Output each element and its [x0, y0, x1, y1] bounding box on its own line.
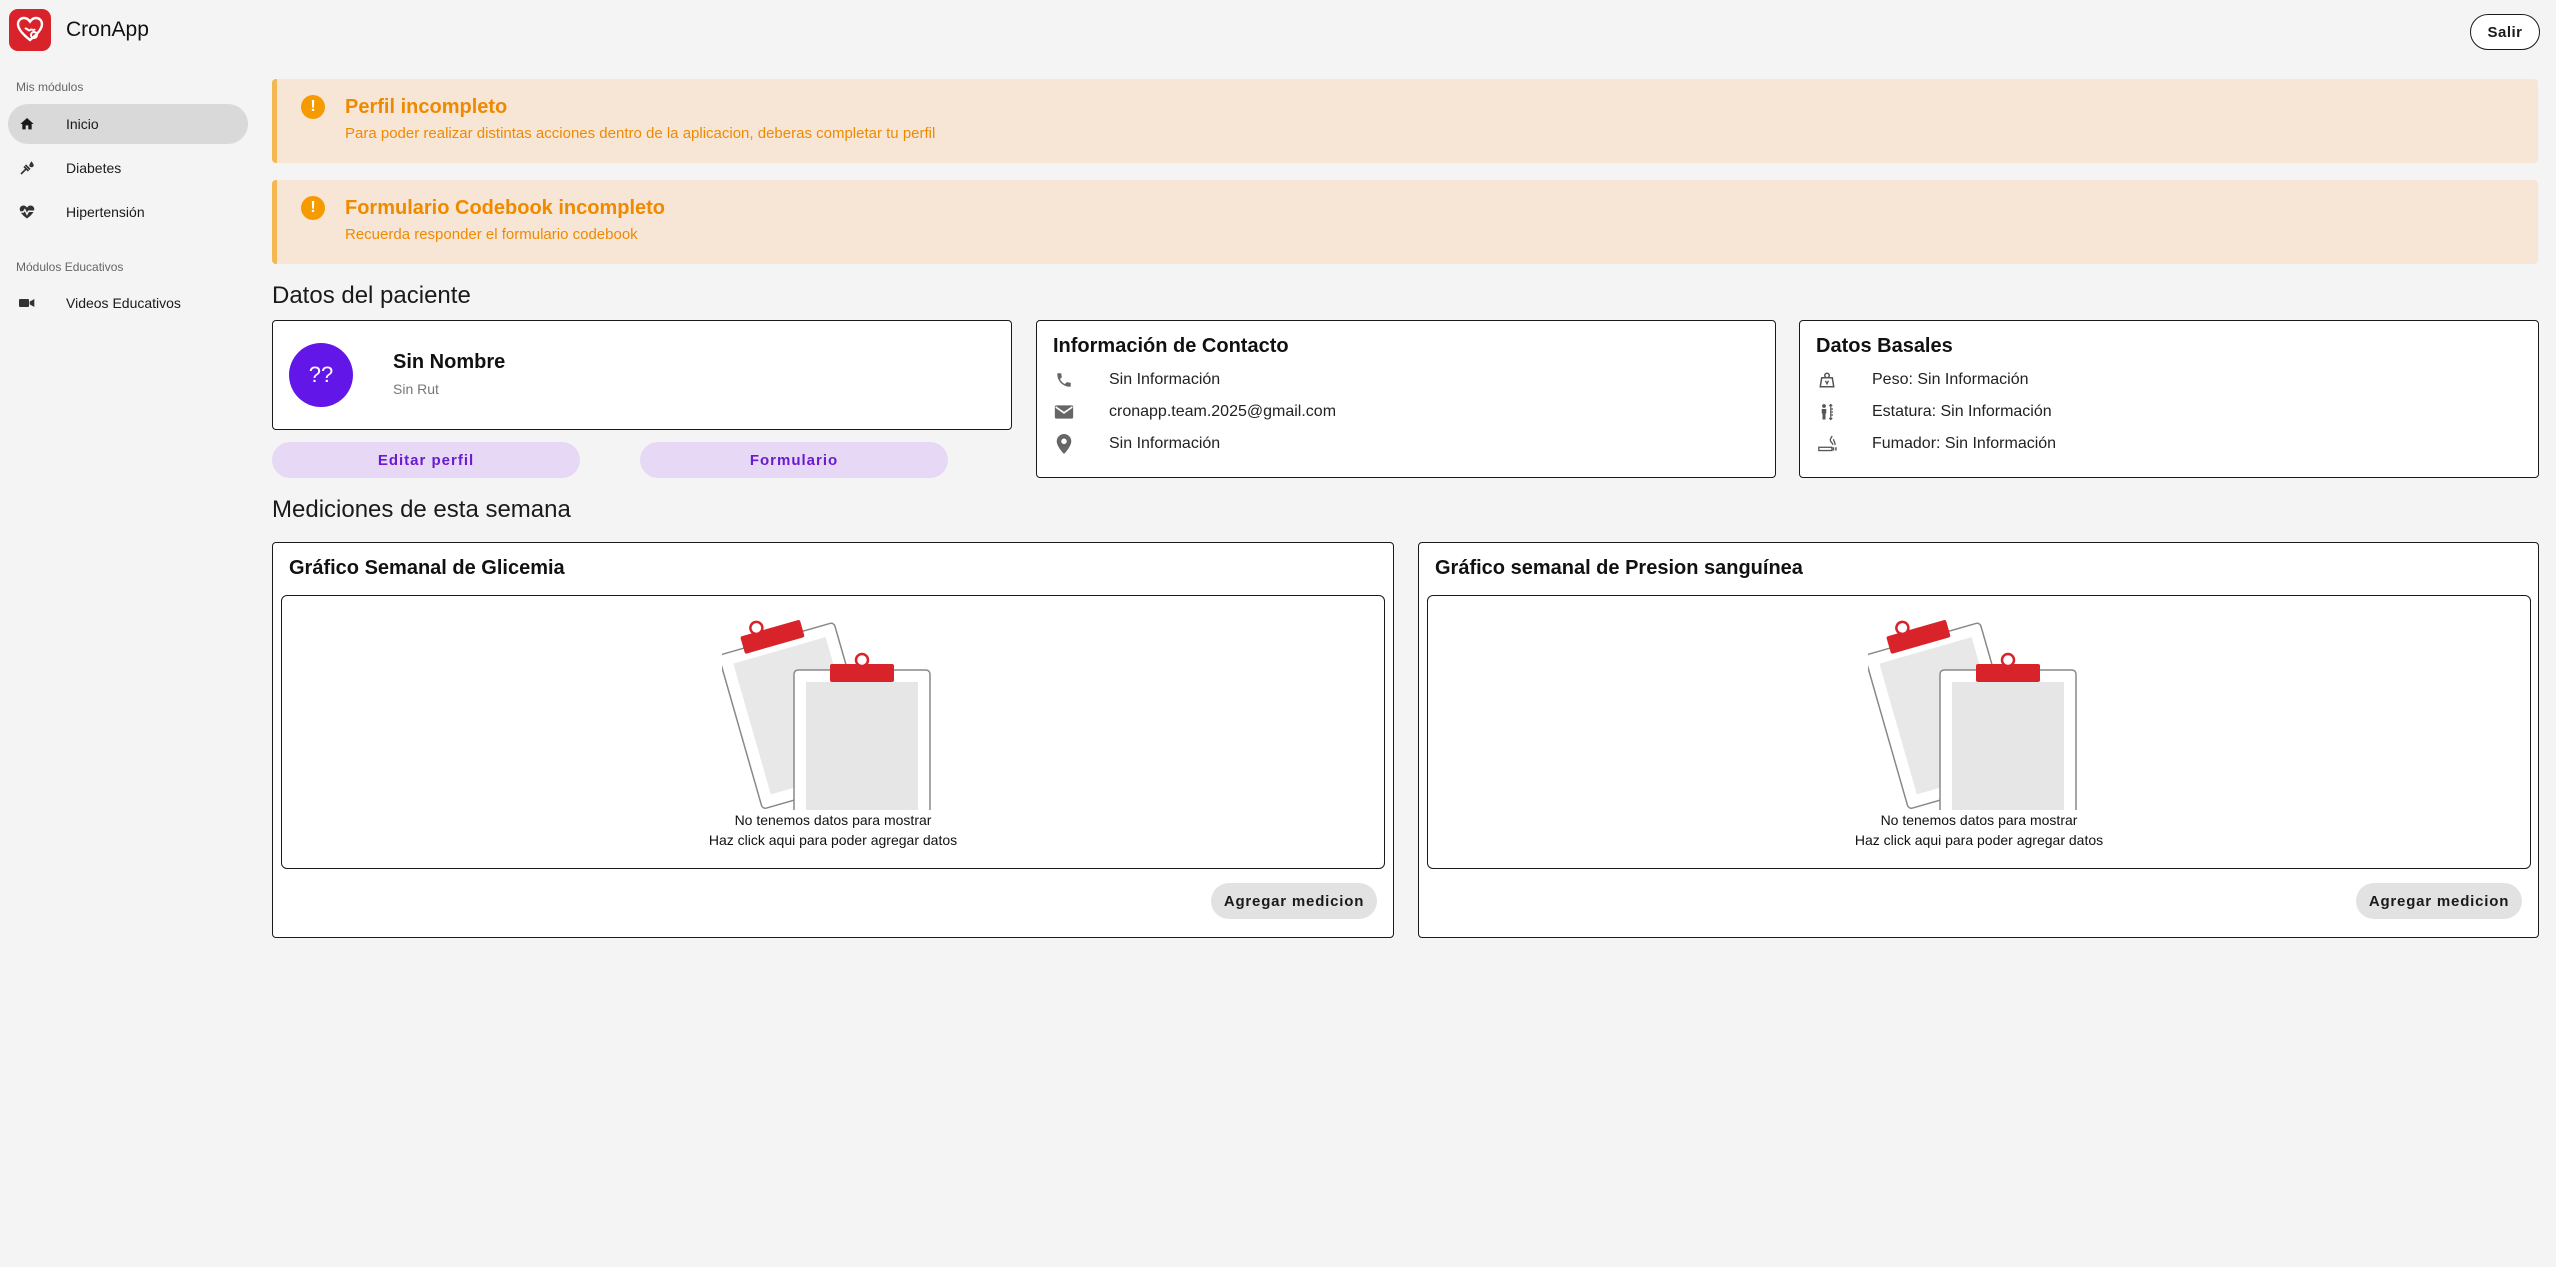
measurements-section-title: Mediciones de esta semana	[272, 496, 571, 523]
empty-message-line1: No tenemos datos para mostrar	[734, 812, 932, 828]
email-icon	[1053, 401, 1075, 423]
home-icon	[18, 115, 36, 133]
basal-weight: Peso: Sin Información	[1872, 371, 2029, 388]
contact-phone-row: Sin Información	[1053, 367, 1220, 393]
height-icon	[1816, 401, 1838, 423]
bloodtype-icon	[18, 159, 36, 177]
patient-rut: Sin Rut	[393, 381, 439, 397]
sidebar-item-inicio[interactable]: Inicio	[8, 104, 248, 144]
chart-empty-state[interactable]: No tenemos datos para mostrar Haz click …	[1427, 595, 2531, 869]
chart-title: Gráfico Semanal de Glicemia	[289, 557, 565, 579]
sidebar-item-videos-educativos[interactable]: Videos Educativos	[8, 283, 248, 323]
avatar: ??	[289, 343, 353, 407]
phone-icon	[1053, 369, 1075, 391]
scale-weight-icon	[1816, 369, 1838, 391]
contact-title: Información de Contacto	[1053, 335, 1289, 357]
exclamation-icon: !	[301, 95, 325, 119]
basal-height-row: Estatura: Sin Información	[1816, 399, 2052, 425]
exclamation-icon: !	[301, 196, 325, 220]
form-button[interactable]: Formulario	[640, 442, 948, 478]
sidebar-item-hipertension[interactable]: Hipertensión	[8, 192, 248, 232]
alert-title: Formulario Codebook incompleto	[345, 197, 666, 219]
basal-smoker-row: Fumador: Sin Información	[1816, 431, 2056, 457]
contact-address-row: Sin Información	[1053, 431, 1220, 457]
app-logo-icon[interactable]	[9, 9, 51, 51]
patient-section-title: Datos del paciente	[272, 282, 471, 309]
contact-card: Información de Contacto Sin Información …	[1036, 320, 1776, 478]
alert-text: Recuerda responder el formulario codeboo…	[345, 226, 638, 243]
empty-clipboard-icon	[722, 620, 931, 810]
monitor-heart-icon	[18, 203, 36, 221]
logout-button[interactable]: Salir	[2470, 14, 2540, 50]
empty-message-line2: Haz click aqui para poder agregar datos	[708, 832, 958, 848]
smoking-icon	[1816, 433, 1838, 455]
top-bar: CronApp Salir	[0, 0, 2556, 64]
basal-title: Datos Basales	[1816, 335, 1953, 357]
empty-message-line2: Haz click aqui para poder agregar datos	[1854, 832, 2104, 848]
basal-smoker: Fumador: Sin Información	[1872, 435, 2057, 452]
sidebar-section-education: Módulos Educativos	[16, 260, 124, 274]
contact-email: cronapp.team.2025@gmail.com	[1109, 403, 1337, 420]
empty-message-line1: No tenemos datos para mostrar	[1880, 812, 2078, 828]
empty-clipboard-icon	[1868, 620, 2077, 810]
alert-profile-incomplete: ! Perfil incompleto Para poder realizar …	[272, 79, 2538, 163]
alert-codebook-incomplete: ! Formulario Codebook incompleto Recuerd…	[272, 180, 2538, 264]
add-measurement-button[interactable]: Agregar medicion	[1211, 883, 1377, 919]
chart-empty-state[interactable]: No tenemos datos para mostrar Haz click …	[281, 595, 1385, 869]
patient-name: Sin Nombre	[393, 351, 506, 373]
contact-address: Sin Información	[1109, 435, 1221, 452]
videocam-icon	[18, 294, 36, 312]
alert-title: Perfil incompleto	[345, 96, 508, 118]
sidebar-item-label: Inicio	[66, 116, 99, 132]
basal-data-card: Datos Basales Peso: Sin Información Esta…	[1799, 320, 2539, 478]
alert-text: Para poder realizar distintas acciones d…	[345, 125, 936, 142]
sidebar-section-modules: Mis módulos	[16, 80, 84, 94]
sidebar-item-label: Hipertensión	[66, 204, 145, 220]
add-measurement-button[interactable]: Agregar medicion	[2356, 883, 2522, 919]
app-title: CronApp	[66, 18, 149, 41]
blood-pressure-chart-card: Gráfico semanal de Presion sanguínea No …	[1418, 542, 2539, 938]
basal-weight-row: Peso: Sin Información	[1816, 367, 2029, 393]
patient-card: ?? Sin Nombre Sin Rut	[272, 320, 1012, 430]
basal-height: Estatura: Sin Información	[1872, 403, 2052, 420]
sidebar-item-label: Videos Educativos	[66, 295, 181, 311]
chart-title: Gráfico semanal de Presion sanguínea	[1435, 557, 1803, 579]
contact-email-row: cronapp.team.2025@gmail.com	[1053, 399, 1336, 425]
glycemia-chart-card: Gráfico Semanal de Glicemia No tenemos d…	[272, 542, 1394, 938]
location-pin-icon	[1053, 433, 1075, 455]
edit-profile-button[interactable]: Editar perfil	[272, 442, 580, 478]
contact-phone: Sin Información	[1109, 371, 1221, 388]
sidebar-item-label: Diabetes	[66, 160, 122, 176]
sidebar-item-diabetes[interactable]: Diabetes	[8, 148, 248, 188]
